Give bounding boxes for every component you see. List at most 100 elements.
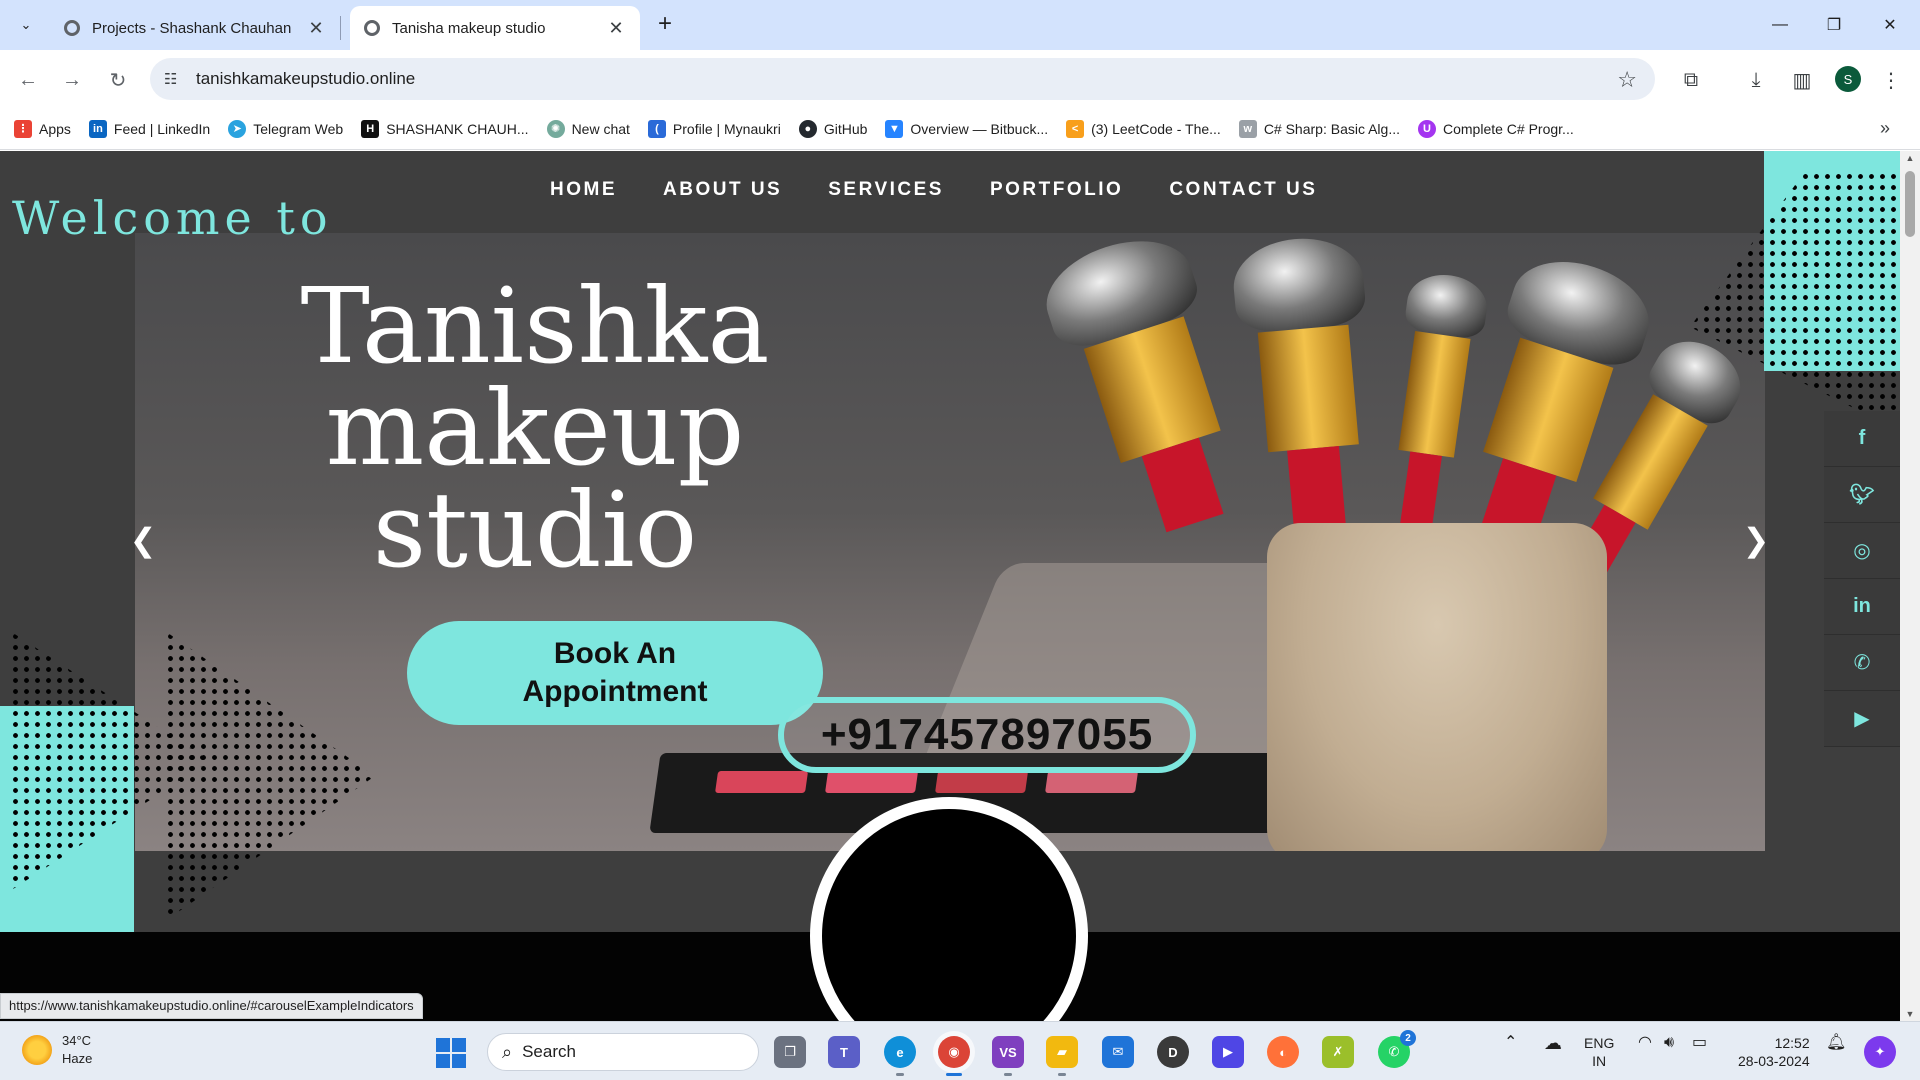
bookmark-leetcode[interactable]: < (3) LeetCode - The... (1066, 119, 1221, 138)
whatsapp-taskbar-icon[interactable]: ✆ 2 (1378, 1030, 1416, 1068)
bookmark-github[interactable]: ● GitHub (798, 119, 868, 138)
nav-services[interactable]: SERVICES (828, 179, 944, 201)
media-player-icon[interactable]: ▶ (1212, 1036, 1244, 1068)
copilot-icon[interactable]: ✦ (1864, 1036, 1896, 1068)
phone-number[interactable]: +917457897055 (778, 697, 1196, 773)
bookmark-new-chat[interactable]: ✺ New chat (546, 119, 630, 138)
task-view-icon[interactable]: ❐ (774, 1036, 806, 1068)
hackerrank-icon: H (361, 119, 380, 138)
bookmark-label: C# Sharp: Basic Alg... (1263, 120, 1400, 137)
address-bar[interactable]: ☷ tanishkamakeupstudio.online ☆ (150, 58, 1655, 100)
makeup-brush-image (1034, 233, 1266, 546)
file-explorer-icon[interactable]: ▰ (1046, 1036, 1078, 1076)
scroll-up-icon[interactable]: ▲ (1900, 153, 1920, 163)
hero-carousel: Tanishka makeup studio Book An Appointme… (135, 233, 1765, 851)
weather-description: Haze (62, 1051, 93, 1066)
weather-widget[interactable]: 34°C Haze (22, 1032, 92, 1068)
profile-avatar[interactable]: S (1835, 66, 1861, 92)
bookmark-label: Profile | Mynaukri (672, 120, 781, 137)
address-url[interactable]: tanishkamakeupstudio.online (196, 69, 415, 89)
whatsapp-icon[interactable]: ✆ (1824, 635, 1900, 691)
bookmark-telegram[interactable]: ➤ Telegram Web (228, 119, 344, 138)
book-appointment-button[interactable]: Book An Appointment (407, 621, 823, 725)
hero-title-line: studio (372, 469, 698, 591)
bookmark-csharp-basic[interactable]: w C# Sharp: Basic Alg... (1238, 119, 1400, 138)
bookmark-linkedin[interactable]: in Feed | LinkedIn (88, 119, 210, 138)
reload-button[interactable]: ↻ (100, 62, 136, 98)
volume-icon[interactable]: 🔊︎ (1664, 1034, 1674, 1052)
book-button-line: Book An (553, 637, 677, 670)
nav-about-us[interactable]: ABOUT US (663, 179, 782, 201)
minimize-button[interactable]: — (1752, 0, 1808, 50)
bookmark-star-icon[interactable]: ☆ (1617, 67, 1637, 93)
teams-icon[interactable]: T (828, 1036, 860, 1068)
bookmark-hackerrank[interactable]: H SHASHANK CHAUH... (361, 119, 529, 138)
battery-icon[interactable]: ▭ (1692, 1034, 1707, 1052)
new-tab-button[interactable]: + (650, 10, 680, 40)
bookmark-label: GitHub (823, 120, 868, 137)
nav-portfolio[interactable]: PORTFOLIO (990, 179, 1123, 201)
link-status-bar: https://www.tanishkamakeupstudio.online/… (0, 993, 423, 1019)
chrome-icon[interactable]: ◉ (938, 1036, 970, 1076)
bookmark-bitbucket[interactable]: ▼ Overview — Bitbuck... (885, 119, 1048, 138)
linkedin-icon[interactable]: in (1824, 579, 1900, 635)
bookmark-mynaukri[interactable]: ( Profile | Mynaukri (647, 119, 781, 138)
youtube-icon[interactable]: ▶ (1824, 691, 1900, 747)
more-bookmarks-icon[interactable]: » (1880, 118, 1890, 139)
dell-icon[interactable]: D (1157, 1036, 1189, 1068)
hero-title: Tanishka makeup studio (235, 274, 835, 591)
bookmark-label: Complete C# Progr... (1443, 120, 1574, 137)
side-panel-icon[interactable]: ▥ (1786, 64, 1818, 96)
site-info-icon[interactable]: ☷ (164, 70, 186, 88)
nav-home[interactable]: HOME (550, 179, 617, 201)
language-indicator[interactable]: ENG IN (1584, 1034, 1614, 1070)
scroll-down-icon[interactable]: ▼ (1900, 1009, 1920, 1019)
book-button-line: Appointment (522, 675, 708, 708)
wifi-icon[interactable]: ◠ (1638, 1034, 1652, 1052)
scrollbar-thumb[interactable] (1905, 171, 1915, 237)
w3resource-icon: w (1238, 119, 1257, 138)
naukri-icon: ( (647, 119, 666, 138)
tab-strip: ⌄ Projects - Shashank Chauhan ✕ Tanisha … (0, 0, 1920, 50)
notification-bell-icon[interactable]: 🔔︎ (1826, 1034, 1846, 1052)
taskbar-search[interactable]: ⌕ Search (487, 1033, 759, 1071)
bookmark-csharp-complete[interactable]: U Complete C# Progr... (1418, 119, 1574, 138)
download-icon[interactable]: ⤓ (1740, 64, 1772, 96)
facebook-icon[interactable]: f (1824, 411, 1900, 467)
clock[interactable]: 12:52 28-03-2024 (1738, 1034, 1810, 1070)
carousel-prev-icon[interactable]: ❮ (123, 521, 163, 559)
onedrive-icon[interactable]: ☁ (1544, 1034, 1562, 1052)
firefox-icon[interactable]: ◐ (1267, 1036, 1299, 1068)
mail-icon[interactable]: ✉ (1102, 1036, 1134, 1068)
excel-tool-icon[interactable]: ✗ (1322, 1036, 1354, 1068)
bookmark-label: Telegram Web (253, 120, 344, 137)
udemy-icon: U (1418, 119, 1436, 138)
start-button[interactable] (436, 1038, 466, 1068)
extensions-icon[interactable]: ⧉ (1675, 64, 1707, 96)
close-tab-icon[interactable]: ✕ (606, 18, 626, 39)
apps-grid-icon: ⋮ (14, 119, 32, 138)
carousel-next-icon[interactable]: ❯ (1736, 521, 1776, 559)
page-scrollbar[interactable]: ▲ ▼ (1900, 151, 1920, 1021)
tab-tanisha-makeup[interactable]: Tanisha makeup studio ✕ (350, 6, 640, 50)
website-viewport: Tanishka makeup studio Book An Appointme… (0, 151, 1900, 1021)
forward-button[interactable]: → (54, 62, 90, 98)
restore-button[interactable]: ❐ (1806, 0, 1862, 50)
twitter-icon[interactable]: 🐦︎ (1824, 467, 1900, 523)
bookmarks-bar: ⋮ Apps in Feed | LinkedIn ➤ Telegram Web HS… (0, 108, 1920, 150)
back-button[interactable]: ← (10, 62, 46, 98)
bookmark-apps[interactable]: ⋮ Apps (14, 119, 71, 138)
weather-temperature: 34°C (62, 1033, 92, 1048)
show-hidden-icons[interactable]: ⌃ (1504, 1034, 1517, 1052)
nav-contact-us[interactable]: CONTACT US (1169, 179, 1317, 201)
close-window-button[interactable]: ✕ (1862, 0, 1918, 50)
clock-time: 12:52 (1774, 1035, 1810, 1051)
bookmark-label: (3) LeetCode - The... (1091, 120, 1221, 137)
menu-kebab-icon[interactable]: ⋮ (1875, 64, 1907, 96)
tab-projects[interactable]: Projects - Shashank Chauhan ✕ (50, 6, 340, 50)
tab-search-menu-icon[interactable]: ⌄ (10, 9, 42, 41)
close-tab-icon[interactable]: ✕ (306, 18, 326, 39)
instagram-icon[interactable]: ◎ (1824, 523, 1900, 579)
visual-studio-icon[interactable]: VS (992, 1036, 1024, 1076)
edge-icon[interactable]: e (884, 1036, 916, 1076)
